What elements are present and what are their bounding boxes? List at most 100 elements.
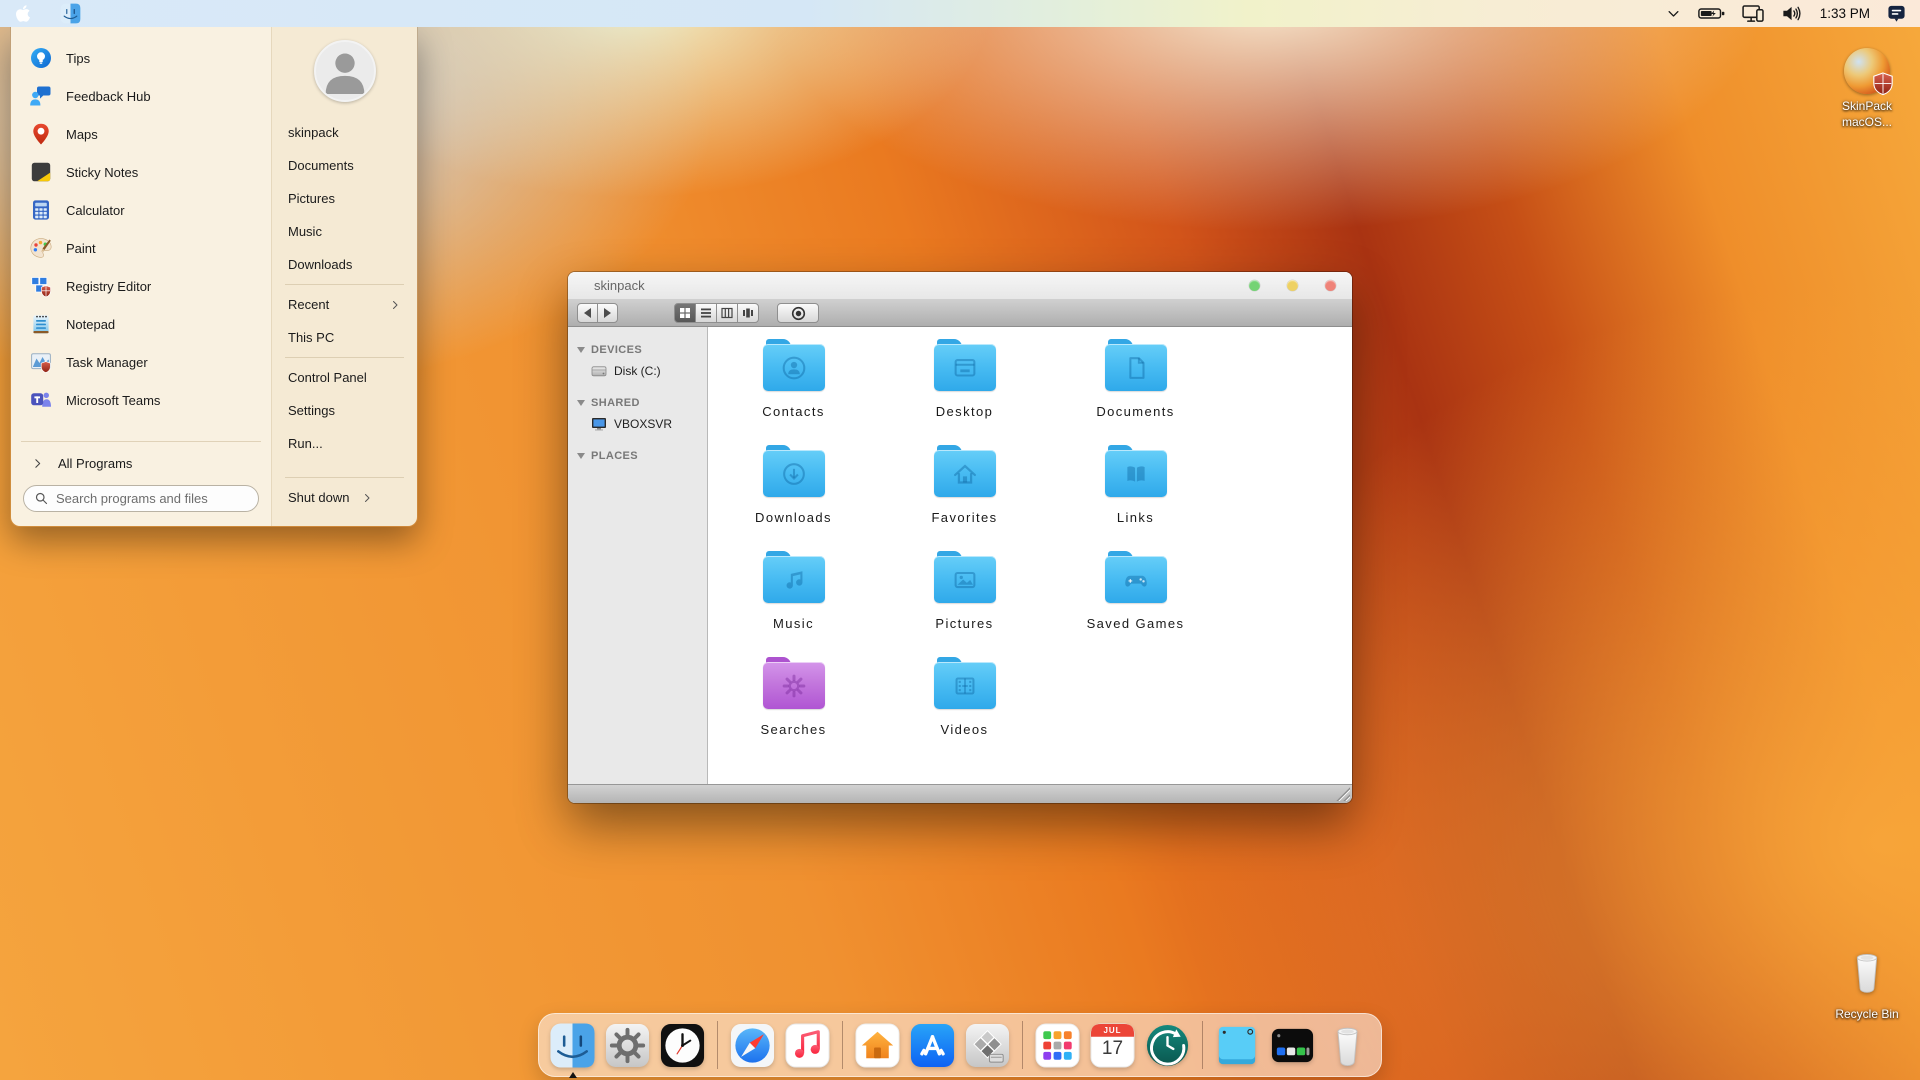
sidebar-item-disk-c[interactable]: Disk (C:) bbox=[568, 360, 707, 382]
desktop-icon-recycle-bin[interactable]: Recycle Bin bbox=[1824, 947, 1910, 1022]
user-name-link[interactable]: skinpack bbox=[272, 116, 417, 149]
folder-links[interactable]: Links bbox=[1050, 445, 1221, 551]
downloads-link[interactable]: Downloads bbox=[272, 248, 417, 281]
list-view-button[interactable] bbox=[695, 303, 717, 323]
divider bbox=[285, 357, 404, 358]
coverflow-view-button[interactable] bbox=[737, 303, 759, 323]
zoom-button[interactable] bbox=[1249, 280, 1260, 291]
music-note-icon bbox=[784, 1022, 831, 1069]
running-indicator bbox=[569, 1072, 577, 1078]
tips-icon bbox=[29, 46, 53, 70]
dock-stickies[interactable] bbox=[1214, 1022, 1261, 1069]
volume-icon[interactable] bbox=[1782, 5, 1803, 22]
notifications-icon[interactable] bbox=[1887, 4, 1906, 23]
microsoft-teams-icon bbox=[29, 388, 53, 412]
dock-trash[interactable] bbox=[1324, 1022, 1371, 1069]
all-programs-button[interactable]: All Programs bbox=[11, 447, 271, 479]
link-label: Settings bbox=[288, 403, 335, 418]
collapse-triangle-icon bbox=[577, 400, 585, 406]
back-arrow-icon bbox=[584, 308, 591, 318]
window-toolbar bbox=[568, 300, 1352, 327]
dock-app-store[interactable] bbox=[909, 1022, 956, 1069]
icon-view-button[interactable] bbox=[674, 303, 696, 323]
folder-pictures[interactable]: Pictures bbox=[879, 551, 1050, 657]
dock-music[interactable] bbox=[784, 1022, 831, 1069]
folder-downloads[interactable]: Downloads bbox=[708, 445, 879, 551]
start-menu-bottom: All Programs bbox=[11, 436, 271, 514]
start-app-maps[interactable]: Maps bbox=[11, 115, 271, 153]
shut-down-button[interactable]: Shut down bbox=[272, 481, 417, 514]
start-app-feedback-hub[interactable]: Feedback Hub bbox=[11, 77, 271, 115]
dock-system-settings[interactable] bbox=[604, 1022, 651, 1069]
apple-menu-icon[interactable] bbox=[15, 4, 31, 23]
quick-look-button[interactable] bbox=[777, 303, 819, 323]
section-header: PLACES bbox=[591, 450, 638, 462]
desktop-icon-skinpack[interactable]: SkinPack macOS... bbox=[1824, 48, 1910, 130]
start-app-task-manager[interactable]: Task Manager bbox=[11, 343, 271, 381]
folder-music[interactable]: Music bbox=[708, 551, 879, 657]
sidebar-section-shared[interactable]: SHARED bbox=[568, 390, 707, 413]
folder-videos[interactable]: Videos bbox=[879, 657, 1050, 763]
app-label: Tips bbox=[66, 51, 90, 66]
app-label: Calculator bbox=[66, 203, 125, 218]
dock-home[interactable] bbox=[854, 1022, 901, 1069]
tray-expand-chevron-icon[interactable] bbox=[1666, 6, 1681, 21]
traffic-lights bbox=[1249, 280, 1336, 291]
this-pc-link[interactable]: This PC bbox=[272, 321, 417, 354]
folder-desktop[interactable]: Desktop bbox=[879, 339, 1050, 445]
dock-boot-camp[interactable] bbox=[964, 1022, 1011, 1069]
sidebar-section-devices[interactable]: DEVICES bbox=[568, 337, 707, 360]
gear-icon bbox=[779, 671, 809, 701]
folder-label: Music bbox=[773, 616, 814, 631]
dock-safari[interactable] bbox=[729, 1022, 776, 1069]
dock-display-colors[interactable] bbox=[1269, 1022, 1316, 1069]
folder-saved-games[interactable]: Saved Games bbox=[1050, 551, 1221, 657]
run-link[interactable]: Run... bbox=[272, 427, 417, 460]
dock-time-machine[interactable] bbox=[1144, 1022, 1191, 1069]
battery-icon[interactable] bbox=[1698, 6, 1725, 21]
folder-favorites[interactable]: Favorites bbox=[879, 445, 1050, 551]
settings-link[interactable]: Settings bbox=[272, 394, 417, 427]
start-app-registry-editor[interactable]: Registry Editor bbox=[11, 267, 271, 305]
start-app-notepad[interactable]: Notepad bbox=[11, 305, 271, 343]
sidebar-section-places[interactable]: PLACES bbox=[568, 443, 707, 466]
dock-clock[interactable] bbox=[659, 1022, 706, 1069]
clock-time[interactable]: 1:33 PM bbox=[1820, 6, 1870, 21]
coverflow-view-icon bbox=[742, 307, 754, 319]
dock-calendar[interactable]: JUL 17 bbox=[1089, 1022, 1136, 1069]
folder-contacts[interactable]: Contacts bbox=[708, 339, 879, 445]
grid-view-icon bbox=[679, 307, 691, 319]
start-button[interactable] bbox=[59, 3, 81, 25]
recycle-bin-icon bbox=[1845, 947, 1889, 1002]
screen-cast-icon[interactable] bbox=[1742, 5, 1765, 23]
sidebar-item-vboxsvr[interactable]: VBOXSVR bbox=[568, 413, 707, 435]
dock-finder[interactable] bbox=[549, 1022, 596, 1069]
pictures-link[interactable]: Pictures bbox=[272, 182, 417, 215]
minimize-button[interactable] bbox=[1287, 280, 1298, 291]
clock-icon bbox=[659, 1022, 706, 1069]
forward-button[interactable] bbox=[597, 303, 618, 323]
back-button[interactable] bbox=[577, 303, 598, 323]
window-titlebar[interactable]: skinpack bbox=[568, 272, 1352, 300]
search-input[interactable] bbox=[56, 491, 248, 506]
recent-link[interactable]: Recent bbox=[272, 288, 417, 321]
start-app-paint[interactable]: Paint bbox=[11, 229, 271, 267]
music-link[interactable]: Music bbox=[272, 215, 417, 248]
folder-searches[interactable]: Searches bbox=[708, 657, 879, 763]
search-box[interactable] bbox=[23, 485, 259, 512]
start-app-microsoft-teams[interactable]: Microsoft Teams bbox=[11, 381, 271, 419]
dock-launchpad[interactable] bbox=[1034, 1022, 1081, 1069]
start-app-tips[interactable]: Tips bbox=[11, 39, 271, 77]
documents-link[interactable]: Documents bbox=[272, 149, 417, 182]
start-app-sticky-notes[interactable]: Sticky Notes bbox=[11, 153, 271, 191]
resize-grip[interactable] bbox=[1336, 787, 1350, 801]
dock-separator bbox=[717, 1021, 718, 1069]
close-button[interactable] bbox=[1325, 280, 1336, 291]
column-view-button[interactable] bbox=[716, 303, 738, 323]
control-panel-link[interactable]: Control Panel bbox=[272, 361, 417, 394]
user-avatar[interactable] bbox=[314, 40, 376, 102]
chevron-right-icon bbox=[389, 299, 401, 311]
desktop-icon-label: Recycle Bin bbox=[1830, 1006, 1904, 1022]
start-app-calculator[interactable]: Calculator bbox=[11, 191, 271, 229]
folder-documents[interactable]: Documents bbox=[1050, 339, 1221, 445]
